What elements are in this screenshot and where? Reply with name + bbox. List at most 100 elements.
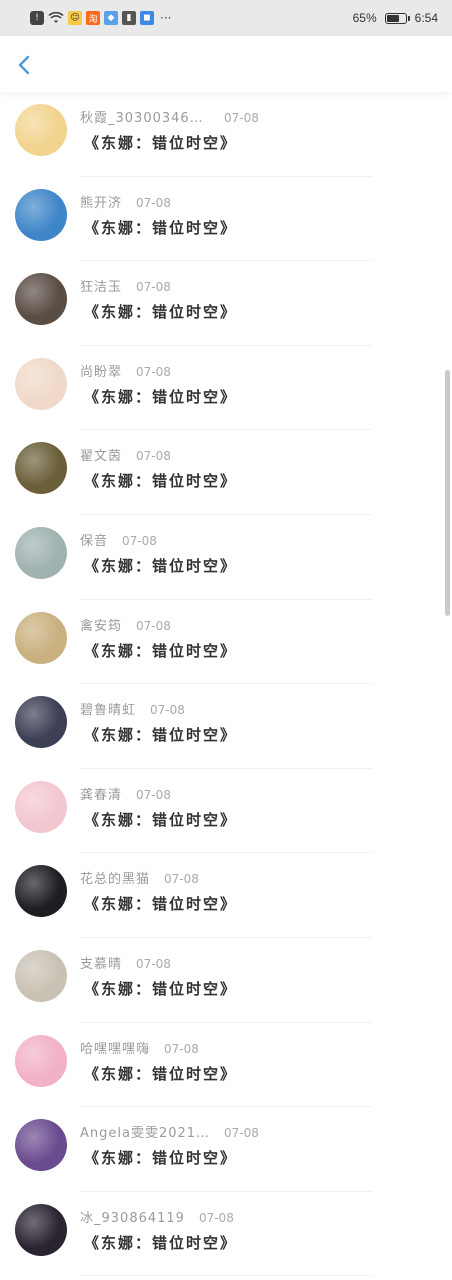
- avatar[interactable]: [15, 104, 67, 156]
- item-meta: Angela雯雯202107 07-08: [80, 1122, 259, 1141]
- item-date: 07-08: [136, 956, 171, 971]
- item-meta: 尚盼翠 07-08: [80, 361, 171, 380]
- item-date: 07-08: [136, 787, 171, 802]
- book-title[interactable]: 《东娜：错位时空》: [84, 893, 237, 914]
- list-item[interactable]: 碧鲁晴虹 07-08 《东娜：错位时空》: [0, 684, 452, 769]
- list-item[interactable]: Angela雯雯202107 07-08 《东娜：错位时空》: [0, 1107, 452, 1192]
- item-date: 07-08: [164, 1041, 199, 1056]
- list-item[interactable]: 花总的黑猫 07-08 《东娜：错位时空》: [0, 853, 452, 938]
- avatar[interactable]: [15, 949, 67, 1002]
- avatar[interactable]: [15, 1203, 67, 1256]
- user-name[interactable]: 狂洁玉: [80, 276, 122, 295]
- notify-icon: ▮: [122, 11, 136, 25]
- app-icon: ◆: [104, 11, 118, 25]
- avatar[interactable]: [15, 1119, 67, 1172]
- item-date: 07-08: [136, 618, 171, 633]
- item-meta: 秋霞_30300346777… 07-08: [80, 107, 259, 126]
- user-name[interactable]: 龚春清: [80, 784, 122, 803]
- item-date: 07-08: [150, 703, 185, 718]
- user-name[interactable]: 秋霞_30300346777…: [80, 107, 210, 126]
- scrollbar[interactable]: [445, 370, 450, 616]
- list-item[interactable]: 禽安筠 07-08 《东娜：错位时空》: [0, 600, 452, 685]
- list-item[interactable]: 尚盼翠 07-08 《东娜：错位时空》: [0, 346, 452, 431]
- item-meta: 狂洁玉 07-08: [80, 276, 171, 295]
- back-button[interactable]: [14, 54, 36, 76]
- book-title[interactable]: 《东娜：错位时空》: [84, 978, 237, 999]
- user-name[interactable]: Angela雯雯202107: [80, 1122, 210, 1141]
- item-meta: 熊开济 07-08: [80, 192, 171, 211]
- list-item[interactable]: 龚春清 07-08 《东娜：错位时空》: [0, 769, 452, 854]
- user-name[interactable]: 支慕晴: [80, 953, 122, 972]
- book-title[interactable]: 《东娜：错位时空》: [84, 132, 237, 153]
- user-name[interactable]: 保音: [80, 530, 108, 549]
- avatar[interactable]: [15, 357, 67, 410]
- item-date: 07-08: [136, 280, 171, 295]
- item-meta: 禽安筠 07-08: [80, 615, 171, 634]
- item-date: 07-08: [122, 533, 157, 548]
- user-name[interactable]: 尚盼翠: [80, 361, 122, 380]
- item-meta: 碧鲁晴虹 07-08: [80, 699, 185, 718]
- item-meta: 花总的黑猫 07-08: [80, 868, 199, 887]
- item-date: 07-08: [164, 872, 199, 887]
- item-meta: 龚春清 07-08: [80, 784, 171, 803]
- list-item[interactable]: 翟文茵 07-08 《东娜：错位时空》: [0, 430, 452, 515]
- clock: 6:54: [414, 11, 438, 25]
- user-name[interactable]: 熊开济: [80, 192, 122, 211]
- user-name[interactable]: 翟文茵: [80, 445, 122, 464]
- list-item[interactable]: 保音 07-08 《东娜：错位时空》: [0, 515, 452, 600]
- item-meta: 哈嘿嘿嘿嗨 07-08: [80, 1038, 199, 1057]
- avatar[interactable]: [15, 442, 67, 495]
- book-title[interactable]: 《东娜：错位时空》: [84, 724, 237, 745]
- taobao-icon: 淘: [86, 11, 100, 25]
- status-bar: ! ☺ 淘 ◆ ▮ ◼ ··· 65% 6:54: [0, 0, 452, 36]
- book-title[interactable]: 《东娜：错位时空》: [84, 470, 237, 491]
- item-meta: 冰_930864119 07-08: [80, 1207, 234, 1226]
- user-name[interactable]: 哈嘿嘿嘿嗨: [80, 1038, 150, 1057]
- book-title[interactable]: 《东娜：错位时空》: [84, 1147, 237, 1168]
- user-name[interactable]: 禽安筠: [80, 615, 122, 634]
- user-name[interactable]: 冰_930864119: [80, 1207, 185, 1226]
- list-item[interactable]: 熊开济 07-08 《东娜：错位时空》: [0, 177, 452, 262]
- alert-icon: !: [30, 11, 44, 25]
- item-meta: 支慕晴 07-08: [80, 953, 171, 972]
- avatar[interactable]: [15, 1034, 67, 1087]
- avatar[interactable]: [15, 273, 67, 326]
- item-date: 07-08: [224, 1126, 259, 1141]
- avatar[interactable]: [15, 865, 67, 918]
- avatar[interactable]: [15, 611, 67, 664]
- book-title[interactable]: 《东娜：错位时空》: [84, 640, 237, 661]
- item-date: 07-08: [136, 364, 171, 379]
- book-title[interactable]: 《东娜：错位时空》: [84, 301, 237, 322]
- chevron-left-icon: [18, 55, 30, 75]
- book-title[interactable]: 《东娜：错位时空》: [84, 809, 237, 830]
- book-title[interactable]: 《东娜：错位时空》: [84, 217, 237, 238]
- avatar[interactable]: [15, 188, 67, 241]
- list-item[interactable]: 秋霞_30300346777… 07-08 《东娜：错位时空》: [0, 92, 452, 177]
- list-item[interactable]: 冰_930864119 07-08 《东娜：错位时空》: [0, 1192, 452, 1277]
- app2-icon: ◼: [140, 11, 154, 25]
- battery-icon: [384, 12, 410, 24]
- user-name[interactable]: 碧鲁晴虹: [80, 699, 136, 718]
- top-nav: [0, 36, 452, 92]
- item-date: 07-08: [136, 449, 171, 464]
- wifi-icon: [48, 12, 64, 24]
- item-meta: 保音 07-08: [80, 530, 157, 549]
- user-name[interactable]: 花总的黑猫: [80, 868, 150, 887]
- collection-list: 秋霞_30300346777…07-08《东娜：错位时空》熊开济07-08《东娜…: [0, 92, 452, 1277]
- book-title[interactable]: 《东娜：错位时空》: [84, 555, 237, 576]
- more-indicator: ···: [160, 11, 172, 25]
- avatar[interactable]: [15, 526, 67, 579]
- book-title[interactable]: 《东娜：错位时空》: [84, 1063, 237, 1084]
- avatar[interactable]: [15, 780, 67, 833]
- item-meta: 翟文茵 07-08: [80, 445, 171, 464]
- divider: [80, 1275, 372, 1277]
- list-item[interactable]: 哈嘿嘿嘿嗨 07-08 《东娜：错位时空》: [0, 1023, 452, 1108]
- book-title[interactable]: 《东娜：错位时空》: [84, 1232, 237, 1253]
- list-item[interactable]: 狂洁玉 07-08 《东娜：错位时空》: [0, 261, 452, 346]
- item-date: 07-08: [198, 1210, 234, 1225]
- list-item[interactable]: 支慕晴 07-08 《东娜：错位时空》: [0, 938, 452, 1023]
- item-date: 07-08: [136, 195, 171, 210]
- avatar[interactable]: [15, 696, 67, 749]
- battery-percent: 65%: [352, 11, 377, 25]
- book-title[interactable]: 《东娜：错位时空》: [84, 386, 237, 407]
